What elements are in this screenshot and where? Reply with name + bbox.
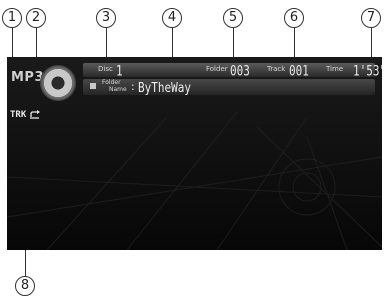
callout-5: 5 bbox=[223, 8, 243, 28]
track-number: 001 bbox=[289, 63, 309, 80]
callout-6: 6 bbox=[284, 8, 304, 28]
repeat-mode-label: TRK bbox=[10, 110, 27, 120]
folder-name-label-top: Folder bbox=[102, 79, 121, 86]
time-label: Time bbox=[326, 65, 344, 73]
folder-number-label: Folder bbox=[206, 65, 228, 73]
folder-name-bar: Folder Name : ByTheWay bbox=[83, 79, 375, 96]
status-bar: Disc 1 Folder 003 Track 001 Time 1'53" bbox=[83, 63, 382, 80]
callout-2: 2 bbox=[26, 8, 46, 28]
disc-number: 1 bbox=[116, 63, 123, 80]
head-unit-display: MP3 Disc 1 Folder 003 Track 001 Time 1'5… bbox=[7, 57, 382, 250]
disc-label: Disc bbox=[98, 65, 113, 73]
callout-4: 4 bbox=[162, 8, 182, 28]
callout-7: 7 bbox=[361, 8, 381, 28]
folder-number: 003 bbox=[230, 63, 250, 80]
play-time: 1'53" bbox=[353, 63, 382, 80]
track-label: Track bbox=[267, 65, 286, 73]
folder-name-colon: : bbox=[131, 80, 135, 93]
callout-8: 8 bbox=[15, 276, 35, 296]
callout-3: 3 bbox=[96, 8, 116, 28]
callout-1: 1 bbox=[2, 8, 22, 28]
folder-name: ByTheWay bbox=[138, 80, 191, 96]
folder-name-label-bottom: Name bbox=[109, 86, 127, 93]
disc-icon bbox=[40, 65, 76, 101]
repeat-arrow-icon bbox=[30, 110, 40, 119]
folder-icon bbox=[90, 83, 96, 89]
